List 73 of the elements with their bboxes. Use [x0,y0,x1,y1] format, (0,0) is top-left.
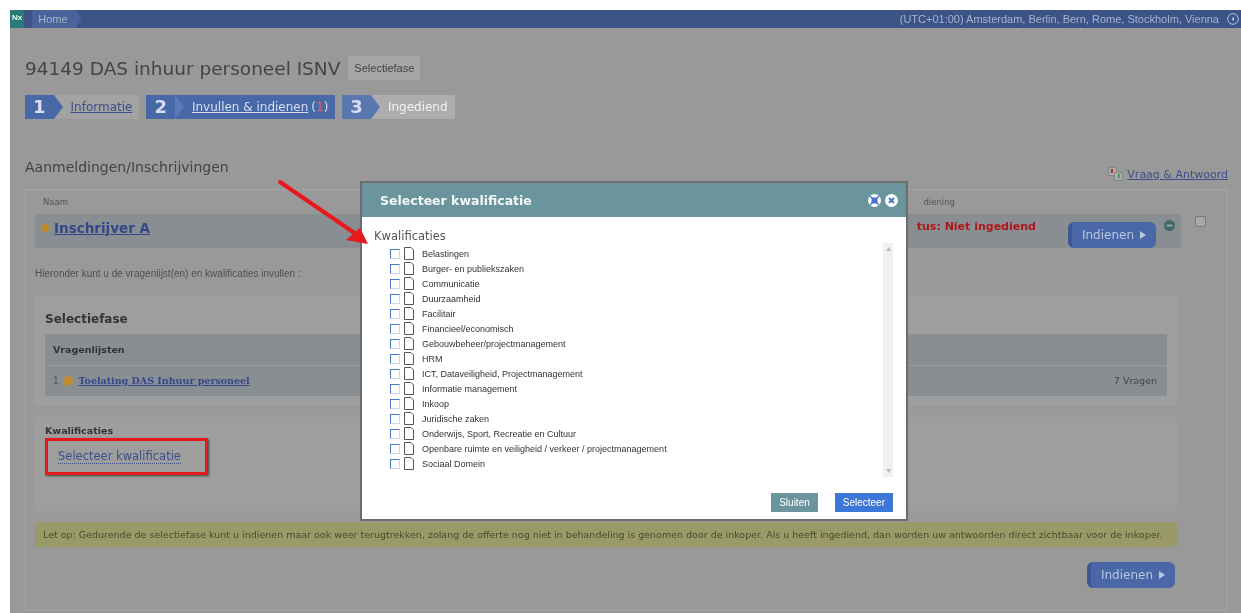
notice-text: Let op: Gedurende de selectiefase kunt u indienen maar ook weer terugtrekken, zolang de offerte nog niet in behandeling is genomen door de inkoper. Als u heeft ingediend, dan worden uw antwoorden direct zichtbaar voor de inkoper. [35,522,1177,547]
checkbox[interactable] [390,293,400,304]
checkbox[interactable] [390,323,400,334]
collapse-row-icon[interactable] [1164,220,1175,231]
checkbox[interactable] [390,278,400,289]
checkbox[interactable] [390,383,400,394]
checkbox[interactable] [390,248,400,259]
qualification-label[interactable]: ICT, Dataveiligheid, Projectmanagement [422,368,583,379]
qualification-label[interactable]: Juridische zaken [422,413,490,424]
document-icon [404,277,414,290]
phase-title: Selectiefase [45,312,128,326]
caret-icon [1159,571,1165,579]
checkbox[interactable] [390,263,400,274]
intro-text: Hieronder kunt u de vragenlijst(en) en kwalificaties invullen : [35,268,301,279]
document-icon [404,307,414,320]
qualification-label[interactable]: Financieel/economisch [422,323,514,334]
document-icon [404,292,414,305]
dialog-title: Selecteer kwalificatie [380,192,533,208]
qualification-label[interactable]: Duurzaamheid [422,293,481,304]
maximize-icon[interactable] [868,193,881,207]
document-icon [404,397,414,410]
document-icon [404,367,414,380]
qualification-label[interactable]: Inkoop [422,398,450,409]
question-answer-icon [1108,167,1125,181]
document-icon [404,247,414,260]
status-dot-icon [41,224,49,232]
page-title: 94149 DAS inhuur personeel ISNV [25,57,341,79]
checkbox[interactable] [390,308,400,319]
column-header: Naam [42,197,69,207]
row-checkbox[interactable] [1195,216,1206,227]
qualification-label[interactable]: Onderwijs, Sport, Recreatie en Cultuur [422,428,577,439]
qualifications-title: Kwalificaties [45,425,114,436]
list-label: Kwalificaties [374,229,447,243]
qualification-label[interactable]: Burger- en publiekszaken [422,263,525,274]
qualification-label[interactable]: Openbare ruimte en veiligheid / verkeer / projectmanagement [422,443,667,454]
caret-icon [1140,231,1146,239]
document-icon [404,322,414,335]
checkbox[interactable] [390,338,400,349]
document-icon [404,262,414,275]
qualification-label[interactable]: Belastingen [422,248,470,259]
checkbox[interactable] [390,458,400,469]
timezone-label: (UTC+01:00) Amsterdam, Berlin, Bern, Rome, Stockholm, Vienna [899,13,1219,25]
document-icon [404,442,414,455]
checkbox[interactable] [390,413,400,424]
step-tab[interactable]: 1 Informatie [25,95,140,119]
qualification-label[interactable]: Communicatie [422,278,480,289]
question-count: 7 Vragen [1113,375,1157,386]
phase-badge: Selectiefase [348,56,421,80]
status-dot-icon [62,376,73,386]
document-icon [404,352,414,365]
document-icon [404,457,414,470]
document-icon [404,382,414,395]
collapse-icon[interactable] [1227,13,1239,25]
section-title: Aanmeldingen/Inschrijvingen [25,159,229,175]
document-icon [404,427,414,440]
select-button[interactable]: Selecteer [834,493,893,512]
qualification-label[interactable]: Gebouwbeheer/projectmanagement [422,338,566,349]
checkbox[interactable] [390,368,400,379]
checkbox[interactable] [390,353,400,364]
checkbox[interactable] [390,443,400,454]
checkbox[interactable] [390,428,400,439]
document-icon [404,412,414,425]
qualification-label[interactable]: Facilitair [422,308,456,319]
column-header: diening [922,197,955,207]
checkbox[interactable] [390,398,400,409]
app-logo[interactable]: Nx [10,10,25,28]
qualification-label[interactable]: Sociaal Domein [422,458,486,469]
qualification-label[interactable]: Informatie management [422,383,518,394]
close-icon[interactable] [885,193,898,207]
status-text: tus: Niet ingediend [916,220,1036,234]
qualification-label[interactable]: HRM [422,353,443,364]
step-tab[interactable]: 2 Invullen & indienen (1) [146,95,336,119]
document-icon [404,337,414,350]
